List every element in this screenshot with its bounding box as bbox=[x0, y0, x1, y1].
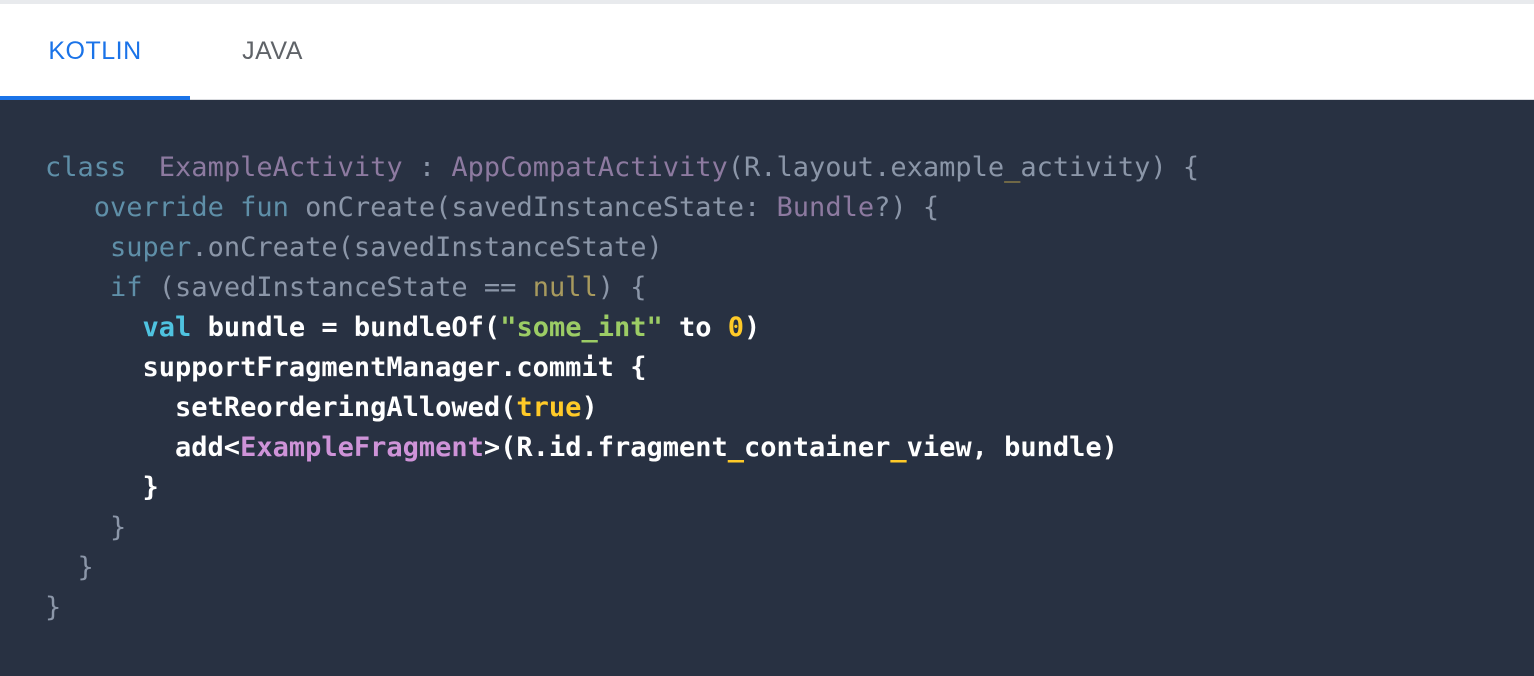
code-token: add< bbox=[45, 432, 241, 463]
code-line: } bbox=[45, 548, 1199, 588]
code-token: val bbox=[142, 312, 192, 343]
code-token: .onCreate(savedInstanceState) bbox=[191, 232, 663, 263]
code-line: } bbox=[45, 508, 1199, 548]
code-token: view, bundle) bbox=[906, 432, 1118, 463]
code-token: } bbox=[45, 512, 127, 543]
code-token: class bbox=[45, 152, 127, 183]
code-line: override fun onCreate(savedInstanceState… bbox=[45, 188, 1199, 228]
code-token: _ bbox=[890, 432, 907, 463]
code-token: ) { bbox=[597, 272, 647, 303]
code-token: (R.layout.example bbox=[727, 152, 1005, 183]
code-line: val bundle = bundleOf("some_int" to 0) bbox=[45, 308, 1199, 348]
code-token: ExampleActivity bbox=[158, 152, 403, 183]
code-token: } bbox=[45, 552, 94, 583]
code-token: ) bbox=[744, 312, 761, 343]
code-token: ?) { bbox=[874, 192, 940, 223]
code-line: } bbox=[45, 588, 1199, 628]
code-content: class ExampleActivity : AppCompatActivit… bbox=[45, 148, 1199, 628]
language-tab-bar: KOTLIN JAVA bbox=[0, 4, 1534, 100]
code-token: bundle = bundleOf( bbox=[191, 312, 501, 343]
code-line: super.onCreate(savedInstanceState) bbox=[45, 228, 1199, 268]
code-token: (savedInstanceState == bbox=[142, 272, 533, 303]
code-token: Bundle bbox=[776, 192, 875, 223]
code-block: class ExampleActivity : AppCompatActivit… bbox=[0, 100, 1534, 676]
tab-java[interactable]: JAVA bbox=[190, 4, 355, 99]
code-token: AppCompatActivity bbox=[451, 152, 728, 183]
code-token: null bbox=[532, 272, 598, 303]
code-token: container bbox=[744, 432, 891, 463]
code-token: } bbox=[45, 592, 62, 623]
tab-java-label: JAVA bbox=[242, 37, 303, 65]
code-line: supportFragmentManager.commit { bbox=[45, 348, 1199, 388]
code-token: _ bbox=[727, 432, 745, 463]
tab-kotlin[interactable]: KOTLIN bbox=[0, 4, 190, 100]
code-token: _ bbox=[1004, 152, 1021, 183]
code-token: ) bbox=[581, 392, 598, 423]
code-line: add<ExampleFragment>(R.id.fragment_conta… bbox=[45, 428, 1199, 468]
code-line: setReorderingAllowed(true) bbox=[45, 388, 1199, 428]
code-token: 0 bbox=[727, 312, 745, 343]
code-token: true bbox=[516, 392, 582, 423]
code-token: setReorderingAllowed( bbox=[45, 392, 517, 423]
code-token: if bbox=[110, 272, 143, 303]
code-token: onCreate(savedInstanceState: bbox=[288, 192, 777, 223]
code-line: if (savedInstanceState == null) { bbox=[45, 268, 1199, 308]
code-token: override bbox=[93, 192, 224, 223]
code-token: "some_int" bbox=[500, 312, 663, 343]
code-token: super bbox=[110, 232, 192, 263]
tab-kotlin-label: KOTLIN bbox=[48, 37, 142, 65]
code-token: supportFragmentManager.commit { bbox=[45, 352, 647, 383]
code-token: fun bbox=[240, 192, 289, 223]
code-token: } bbox=[45, 472, 159, 503]
code-token: : bbox=[402, 152, 452, 183]
code-line: class ExampleActivity : AppCompatActivit… bbox=[45, 148, 1199, 188]
code-token: activity) { bbox=[1020, 152, 1200, 183]
code-token: ExampleFragment bbox=[240, 432, 484, 463]
code-line: } bbox=[45, 468, 1199, 508]
code-token: >(R.id.fragment bbox=[483, 432, 728, 463]
code-token: to bbox=[662, 312, 728, 343]
